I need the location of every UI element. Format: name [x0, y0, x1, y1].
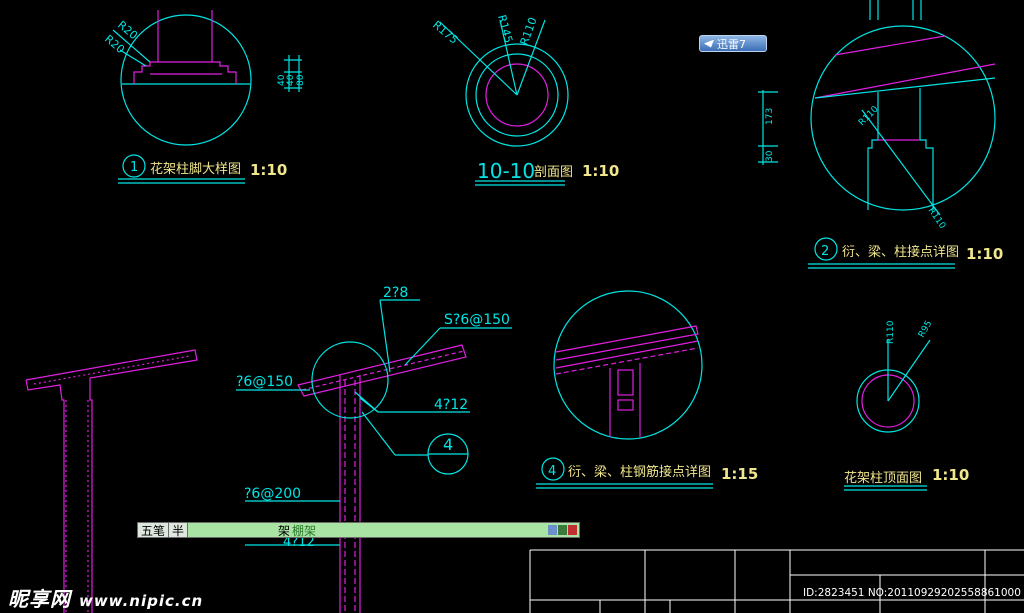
ime-composition: 架 棚架 — [188, 522, 316, 539]
ime-width-toggle[interactable]: 半 — [169, 523, 189, 538]
detail-2-scale: 1:10 — [966, 245, 1003, 263]
top-plan-r110: R110 — [886, 320, 896, 344]
top-plan-title: 花架柱顶面图 — [844, 470, 922, 486]
ime-composition-b: 棚架 — [292, 523, 317, 538]
detail-1-dim-b: 40 — [286, 74, 296, 86]
detail-4-number: 4 — [548, 464, 556, 479]
detail-2-dim-173: 173 — [765, 108, 775, 125]
detail-2-number: 2 — [821, 244, 829, 259]
rebar-label-s6-150: S?6@150 — [444, 312, 510, 328]
rebar-label-6-150: ?6@150 — [236, 374, 293, 390]
ime-tools — [548, 525, 579, 535]
detail-10-title: 剖面图 — [534, 165, 573, 180]
detail-10-title-num: 10-10 — [477, 159, 535, 183]
detail-1-title: 花架柱脚大样图 — [150, 161, 241, 177]
site-watermark: 昵享网 www.nipic.cn — [8, 583, 203, 612]
watermark-id: ID:2823451 NO:20110929202558861000 — [803, 587, 1021, 599]
xunlei-badge[interactable]: 迅雷7 — [699, 35, 767, 52]
watermark-url: www.nipic.cn — [78, 592, 204, 610]
watermark-site: 昵享网 — [8, 587, 71, 611]
detail-1-dim-c: 80 — [296, 74, 306, 86]
rebar-label-2-8: 2?8 — [383, 285, 408, 301]
detail-4-scale: 1:15 — [721, 465, 758, 483]
ime-menu-icon[interactable] — [568, 525, 577, 535]
xunlei-label: 迅雷7 — [717, 37, 746, 51]
rebar-label-4-12-a: 4?12 — [434, 397, 468, 413]
ime-composition-a: 架 — [278, 523, 291, 538]
xunlei-bird-icon — [704, 39, 714, 48]
ime-tool-icon[interactable] — [548, 525, 557, 535]
detail-2-dim-30: 30 — [765, 150, 775, 162]
detail-2-title: 衍、梁、柱接点详图 — [842, 244, 959, 260]
top-plan-scale: 1:10 — [932, 466, 969, 484]
detail-4-title: 衍、梁、柱钢筋接点详图 — [568, 464, 711, 480]
rebar-label-6-200: ?6@200 — [244, 486, 301, 502]
detail-10-scale: 1:10 — [582, 162, 619, 180]
detail-1-number: 1 — [130, 160, 138, 175]
ime-toolbar[interactable]: 五笔 半 架 棚架 — [137, 522, 580, 538]
ime-keyboard-icon[interactable] — [558, 525, 567, 535]
rebar-callout-4: 4 — [443, 435, 453, 454]
ime-mode[interactable]: 五笔 — [138, 523, 170, 538]
detail-1-scale: 1:10 — [250, 161, 287, 179]
